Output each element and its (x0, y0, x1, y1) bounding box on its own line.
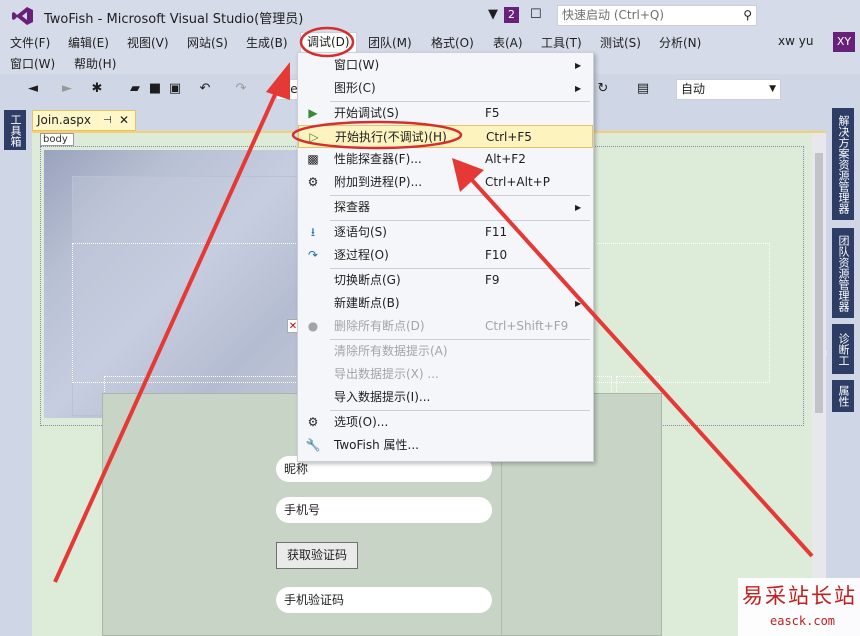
arrow-to-debug-menu (53, 87, 280, 583)
watermark-chinese: 易采站长站 (742, 584, 857, 608)
tutorial-annotations (53, 26, 814, 583)
start-without-debug-highlight-circle (291, 120, 463, 150)
arrow-to-start-without-debug (470, 178, 814, 558)
debug-menu-highlight-circle (299, 26, 355, 58)
watermark-url: easck.com (770, 614, 836, 628)
arrowhead-debug-menu (266, 62, 290, 100)
